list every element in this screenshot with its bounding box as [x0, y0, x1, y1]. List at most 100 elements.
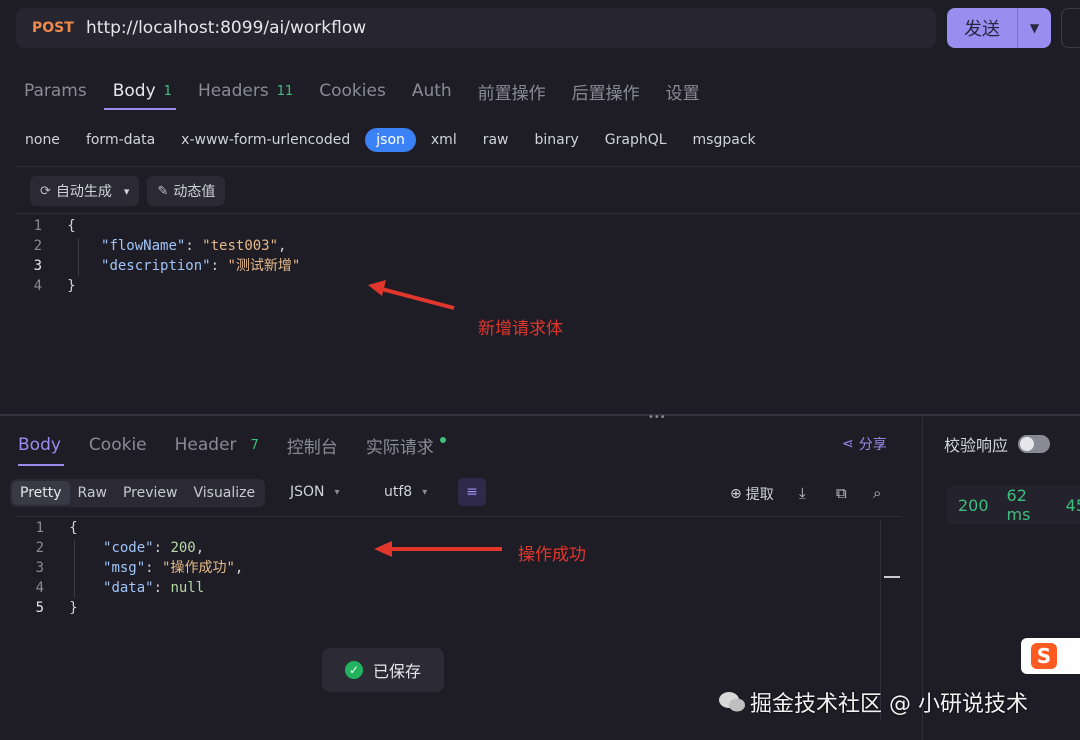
body-type-form-data[interactable]: form-data: [75, 128, 166, 152]
wand-icon: ✎: [157, 183, 169, 199]
response-tabs: Body Cookie Header 7 控制台 实际请求: [18, 432, 474, 458]
extract-icon: ⊕: [730, 486, 742, 502]
url-input[interactable]: http://localhost:8099/ai/workflow: [86, 18, 366, 38]
ime-widget[interactable]: S: [1021, 638, 1080, 674]
response-tab-header[interactable]: Header 7: [175, 435, 259, 455]
body-type-xml[interactable]: xml: [420, 128, 468, 152]
json-value: null: [170, 580, 205, 596]
body-type-urlencoded[interactable]: x-www-form-urlencoded: [170, 128, 361, 152]
divider: [16, 516, 902, 517]
verify-label: 校验响应: [944, 436, 1009, 455]
send-label: 发送: [964, 19, 1000, 40]
verify-toggle[interactable]: [1018, 435, 1051, 453]
json-value: 200: [170, 540, 196, 556]
copy-icon[interactable]: ⧉: [836, 484, 847, 502]
tab-settings[interactable]: 设置: [666, 79, 700, 104]
tab-pre-operations[interactable]: 前置操作: [478, 79, 546, 104]
toast-message: 已保存: [372, 662, 421, 681]
tab-label: 控制台: [286, 437, 338, 458]
divider: [16, 213, 1080, 214]
encoding-value: utf8: [384, 484, 413, 500]
line-number: 2: [35, 540, 44, 556]
format-value: JSON: [290, 484, 325, 500]
tab-headers[interactable]: Headers 11: [198, 81, 293, 101]
save-button[interactable]: [1061, 8, 1080, 48]
view-raw[interactable]: Raw: [70, 481, 115, 505]
body-type-json[interactable]: json: [365, 128, 416, 152]
view-mode-group: Pretty Raw Preview Visualize: [10, 479, 266, 507]
body-type-msgpack[interactable]: msgpack: [682, 128, 767, 152]
json-value: "测试新增": [227, 258, 301, 274]
tab-cookies[interactable]: Cookies: [319, 81, 386, 101]
tab-params[interactable]: Params: [24, 81, 87, 101]
tab-auth[interactable]: Auth: [412, 81, 452, 101]
indent-guide: [78, 238, 79, 276]
extract-label: 提取: [745, 487, 774, 503]
panel-splitter[interactable]: [0, 414, 1080, 416]
line-number: 3: [35, 560, 44, 576]
auto-generate-button[interactable]: ⟳ 自动生成 ▾: [30, 176, 140, 206]
json-key: "description": [101, 258, 211, 274]
body-type-none[interactable]: none: [14, 128, 71, 152]
scrollbar-thumb[interactable]: [884, 576, 900, 578]
code-brace: }: [67, 278, 76, 294]
json-key: "code": [103, 540, 154, 556]
body-type-graphql[interactable]: GraphQL: [594, 128, 678, 152]
request-body-editor[interactable]: 1 { 2 "flowName": "test003", 3 "descript…: [22, 216, 301, 296]
download-icon[interactable]: ⤓: [799, 484, 806, 502]
wrap-lines-button[interactable]: ≡: [458, 478, 486, 506]
line-number: 1: [33, 218, 42, 234]
refresh-icon: ⟳: [40, 183, 51, 199]
view-visualize[interactable]: Visualize: [185, 481, 263, 505]
share-icon: ⋖: [842, 436, 854, 452]
tab-label: Cookie: [88, 435, 147, 455]
url-bar[interactable]: POST http://localhost:8099/ai/workflow: [16, 8, 936, 48]
response-tab-body[interactable]: Body: [18, 435, 61, 455]
drag-handle-icon[interactable]: •••: [648, 412, 666, 423]
tab-label: Params: [24, 81, 87, 101]
share-label: 分享: [858, 437, 887, 453]
chevron-down-icon: ▾: [123, 184, 130, 198]
saved-toast: ✓ 已保存: [322, 648, 444, 692]
extract-button[interactable]: ⊕ 提取: [730, 484, 774, 504]
share-button[interactable]: ⋖ 分享: [842, 434, 887, 454]
response-tab-actual-request[interactable]: 实际请求: [366, 433, 446, 458]
tab-label: Body: [18, 435, 61, 455]
annotation-response: 操作成功: [518, 545, 586, 565]
tab-label: 后置操作: [571, 83, 640, 104]
status-code: 200: [958, 495, 989, 515]
view-preview[interactable]: Preview: [115, 481, 186, 505]
tab-post-operations[interactable]: 后置操作: [572, 79, 640, 104]
dynamic-value-button[interactable]: ✎ 动态值: [147, 176, 226, 206]
chevron-down-icon[interactable]: ▼: [1018, 21, 1051, 35]
search-icon[interactable]: ⌕: [873, 484, 881, 502]
response-body-viewer[interactable]: 1 { 2 "code": 200, 3 "msg": "操作成功", 4 "d…: [24, 518, 244, 618]
json-key: "data": [103, 580, 154, 596]
body-type-binary[interactable]: binary: [524, 128, 590, 152]
wrap-icon: ≡: [466, 484, 478, 500]
view-pretty[interactable]: Pretty: [12, 481, 70, 505]
format-select[interactable]: JSON ▾: [290, 484, 340, 500]
encoding-select[interactable]: utf8 ▾: [384, 484, 427, 500]
line-number: 4: [33, 278, 42, 294]
chevron-down-icon: ▾: [422, 486, 428, 498]
method-select[interactable]: POST: [32, 20, 86, 36]
response-tab-console[interactable]: 控制台: [287, 433, 338, 458]
tab-label: Header: [174, 435, 237, 455]
status-dot: [439, 437, 446, 443]
line-number: 3: [33, 258, 42, 274]
line-number: 1: [35, 520, 44, 536]
watermark: 掘金技术社区 @ 小研说技术: [718, 686, 1028, 718]
wechat-icon: [719, 692, 745, 712]
dynamic-value-label: 动态值: [173, 184, 216, 200]
tab-label: 前置操作: [477, 83, 546, 104]
body-type-raw[interactable]: raw: [472, 128, 520, 152]
tab-label: 实际请求: [365, 437, 434, 458]
tab-body[interactable]: Body 1: [113, 81, 172, 101]
indent-guide: [74, 540, 75, 598]
line-number: 4: [35, 580, 44, 596]
tab-label: 设置: [665, 83, 700, 104]
response-tab-cookie[interactable]: Cookie: [89, 435, 147, 455]
send-button[interactable]: 发送 ▼: [947, 8, 1051, 48]
code-brace: }: [69, 600, 78, 616]
